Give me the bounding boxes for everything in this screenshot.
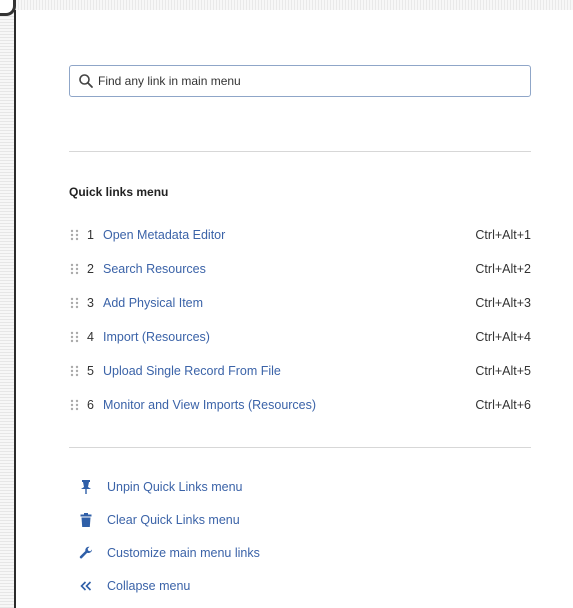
drag-handle-icon[interactable] (69, 229, 81, 241)
quick-link-index: 6 (87, 398, 94, 412)
wrench-icon (79, 546, 93, 560)
drag-handle-icon[interactable] (69, 297, 81, 309)
quick-link-row[interactable]: 6 Monitor and View Imports (Resources) C… (69, 394, 531, 416)
menu-search-input[interactable] (98, 74, 518, 88)
drag-handle-icon[interactable] (69, 331, 81, 343)
quick-link-row[interactable]: 4 Import (Resources) Ctrl+Alt+4 (69, 326, 531, 348)
quick-link-index: 4 (87, 330, 94, 344)
quick-link-index: 1 (87, 228, 94, 242)
quick-link-row[interactable]: 1 Open Metadata Editor Ctrl+Alt+1 (69, 224, 531, 246)
drag-handle-icon[interactable] (69, 365, 81, 377)
action-label: Customize main menu links (107, 546, 260, 560)
quick-link-shortcut: Ctrl+Alt+6 (475, 398, 531, 412)
divider (69, 151, 531, 152)
divider (69, 447, 531, 448)
backdrop-top (0, 0, 573, 10)
unpin-quick-links-button[interactable]: Unpin Quick Links menu (79, 476, 242, 498)
menu-search-box[interactable] (69, 65, 531, 97)
double-chevron-left-icon (79, 579, 93, 593)
main-menu-panel: Quick links menu 1 Open Metadata Editor … (14, 10, 573, 608)
quick-link-label[interactable]: Upload Single Record From File (103, 364, 475, 378)
search-icon (79, 74, 93, 88)
quick-link-label[interactable]: Monitor and View Imports (Resources) (103, 398, 475, 412)
quick-link-row[interactable]: 2 Search Resources Ctrl+Alt+2 (69, 258, 531, 280)
quick-link-shortcut: Ctrl+Alt+1 (475, 228, 531, 242)
quick-link-shortcut: Ctrl+Alt+2 (475, 262, 531, 276)
action-label: Clear Quick Links menu (107, 513, 240, 527)
quick-link-label[interactable]: Import (Resources) (103, 330, 475, 344)
quick-link-row[interactable]: 5 Upload Single Record From File Ctrl+Al… (69, 360, 531, 382)
customize-main-menu-button[interactable]: Customize main menu links (79, 542, 260, 564)
backdrop-left (0, 0, 14, 608)
quick-link-label[interactable]: Add Physical Item (103, 296, 475, 310)
quick-link-index: 5 (87, 364, 94, 378)
quick-link-label[interactable]: Open Metadata Editor (103, 228, 475, 242)
quick-link-shortcut: Ctrl+Alt+3 (475, 296, 531, 310)
drag-handle-icon[interactable] (69, 263, 81, 275)
trash-icon (79, 513, 93, 527)
quick-link-index: 2 (87, 262, 94, 276)
clear-quick-links-button[interactable]: Clear Quick Links menu (79, 509, 240, 531)
quick-links-title: Quick links menu (69, 185, 169, 199)
quick-link-index: 3 (87, 296, 94, 310)
collapse-menu-button[interactable]: Collapse menu (79, 575, 190, 597)
quick-link-label[interactable]: Search Resources (103, 262, 475, 276)
pin-icon (79, 480, 93, 494)
quick-link-shortcut: Ctrl+Alt+5 (475, 364, 531, 378)
drag-handle-icon[interactable] (69, 399, 81, 411)
action-label: Unpin Quick Links menu (107, 480, 243, 494)
quick-link-row[interactable]: 3 Add Physical Item Ctrl+Alt+3 (69, 292, 531, 314)
quick-link-shortcut: Ctrl+Alt+4 (475, 330, 531, 344)
action-label: Collapse menu (107, 579, 191, 593)
